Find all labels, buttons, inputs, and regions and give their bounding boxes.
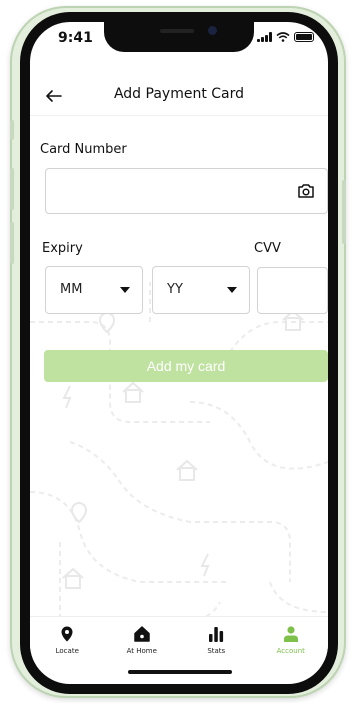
expiry-year-select[interactable]: YY bbox=[152, 266, 250, 314]
chevron-down-icon bbox=[227, 287, 237, 293]
user-icon bbox=[283, 626, 298, 642]
side-button bbox=[10, 120, 14, 140]
side-button bbox=[10, 222, 14, 264]
expiry-month-value: MM bbox=[60, 282, 83, 297]
tab-locate[interactable]: Locate bbox=[30, 617, 105, 662]
battery-icon bbox=[294, 32, 314, 42]
chevron-down-icon bbox=[120, 287, 130, 293]
expiry-year-value: YY bbox=[167, 282, 183, 297]
app-screen: 9:41 Add Payment Card Card Number Expiry… bbox=[30, 22, 328, 684]
signal-icon bbox=[257, 32, 272, 42]
card-number-input[interactable] bbox=[45, 168, 328, 214]
tab-label: Locate bbox=[55, 647, 79, 655]
expiry-month-select[interactable]: MM bbox=[45, 266, 143, 314]
house-icon bbox=[134, 626, 150, 642]
expiry-label: Expiry bbox=[42, 241, 83, 256]
side-button bbox=[342, 180, 346, 244]
status-icons bbox=[257, 32, 314, 42]
camera-icon[interactable] bbox=[297, 183, 315, 199]
tab-label: At Home bbox=[126, 647, 157, 655]
bottom-tab-bar: Locate At Home Stats Account bbox=[30, 616, 328, 662]
device-notch bbox=[104, 22, 254, 52]
tab-label: Stats bbox=[207, 647, 226, 655]
tab-at-home[interactable]: At Home bbox=[105, 617, 180, 662]
card-number-label: Card Number bbox=[40, 142, 127, 157]
cvv-label: CVV bbox=[254, 241, 281, 256]
home-indicator[interactable] bbox=[128, 670, 232, 674]
location-pin-icon bbox=[61, 626, 73, 642]
status-time: 9:41 bbox=[58, 30, 93, 46]
tab-stats[interactable]: Stats bbox=[179, 617, 254, 662]
side-button bbox=[10, 168, 14, 210]
cvv-input[interactable] bbox=[257, 267, 328, 314]
bar-chart-icon bbox=[209, 627, 224, 642]
tab-label: Account bbox=[276, 647, 305, 655]
wifi-icon bbox=[276, 32, 290, 42]
speaker-grille bbox=[160, 29, 194, 33]
page-header: Add Payment Card bbox=[30, 82, 328, 116]
page-title: Add Payment Card bbox=[113, 86, 245, 102]
front-camera bbox=[208, 26, 217, 35]
tab-account[interactable]: Account bbox=[254, 617, 329, 662]
add-card-button[interactable]: Add my card bbox=[44, 350, 328, 382]
